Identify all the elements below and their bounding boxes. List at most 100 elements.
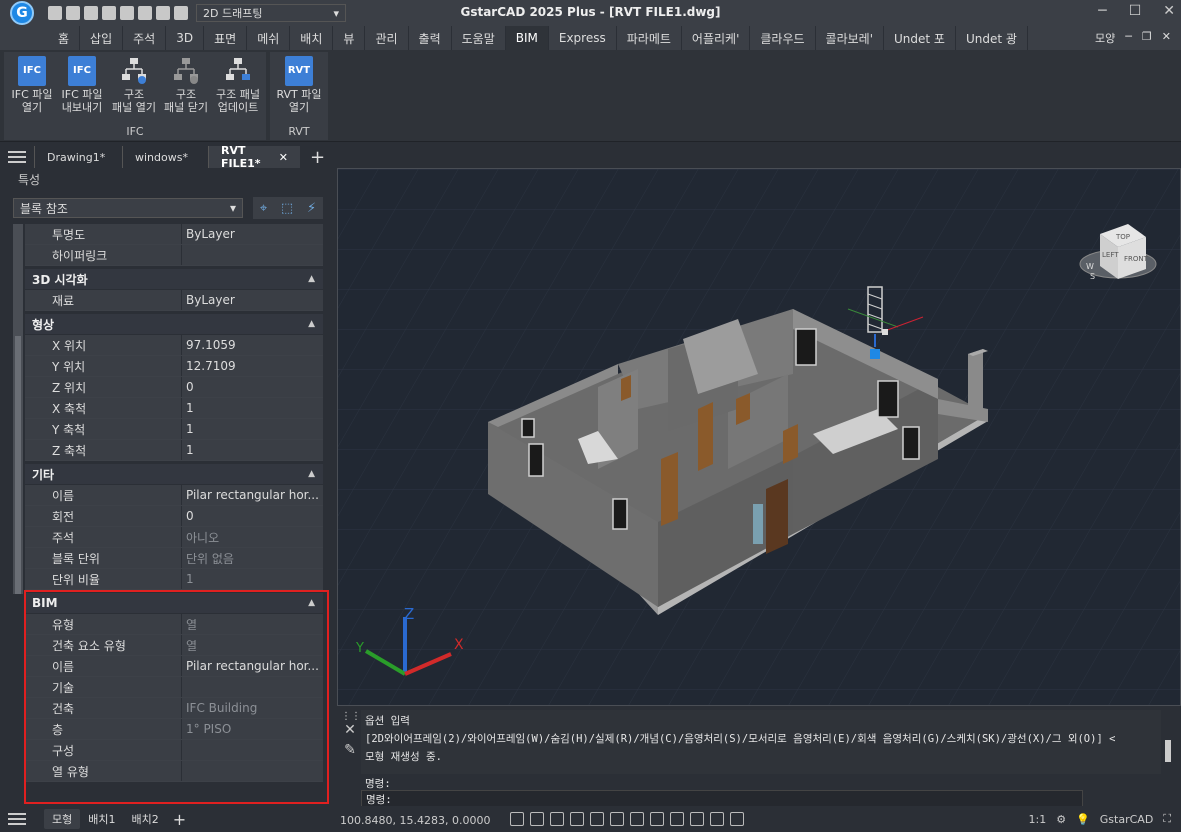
ribbon-tab[interactable]: BIM <box>505 26 549 50</box>
structure-panel-open-button[interactable]: 구조 패널 열기 <box>108 54 160 114</box>
workspace-select[interactable]: 2D 드래프팅 ▾ <box>196 4 346 22</box>
property-value[interactable] <box>182 245 323 265</box>
property-row[interactable]: 이름 Pilar rectangular hor... <box>25 656 323 677</box>
grid-toggle-icon[interactable] <box>510 812 524 826</box>
collapse-caret-icon[interactable]: ▲ <box>308 274 315 284</box>
annotation-scale[interactable]: 1:1 <box>1029 813 1047 826</box>
property-value[interactable]: ByLayer <box>182 290 323 310</box>
scrollbar-thumb[interactable] <box>15 336 21 594</box>
ortho-toggle-icon[interactable] <box>550 812 564 826</box>
toggle-pickadd-icon[interactable]: ⌖ <box>260 201 267 216</box>
property-row[interactable]: 구성 <box>25 740 323 761</box>
command-scrollbar[interactable] <box>1165 740 1171 762</box>
ribbon-tab[interactable]: 삽입 <box>80 26 124 50</box>
app-logo-icon[interactable]: G <box>10 1 34 25</box>
property-row[interactable]: 유형 열 <box>25 614 323 635</box>
property-row[interactable]: Z 축척 1 <box>25 440 323 461</box>
property-value[interactable]: 열 <box>182 614 323 634</box>
close-icon[interactable]: ✕ <box>1163 3 1175 19</box>
close-doc-icon[interactable]: ✕ <box>1162 30 1171 46</box>
grip-icon[interactable]: ⋮⋮ <box>341 712 361 722</box>
open-folder-icon[interactable] <box>66 6 80 20</box>
property-value[interactable] <box>182 677 323 697</box>
property-value[interactable]: 1° PISO <box>182 719 323 739</box>
selection-cycling-icon[interactable] <box>670 812 684 826</box>
minimize-icon[interactable]: ─ <box>1098 3 1106 19</box>
maximize-icon[interactable]: ☐ <box>1129 3 1142 19</box>
save-as-icon[interactable] <box>102 6 116 20</box>
property-row[interactable]: X 축척 1 <box>25 398 323 419</box>
property-value[interactable]: 1 <box>182 569 323 589</box>
ribbon-tab[interactable]: 클라우드 <box>750 26 816 50</box>
gear-icon[interactable]: ⚙ <box>1056 813 1066 826</box>
property-row[interactable]: 기술 <box>25 677 323 698</box>
restore-icon[interactable]: ❐ <box>1142 30 1152 46</box>
new-file-icon[interactable] <box>48 6 62 20</box>
print-icon[interactable] <box>138 6 152 20</box>
lineweight-toggle-icon[interactable] <box>630 812 644 826</box>
ribbon-tab[interactable]: 콜라보레' <box>816 26 885 50</box>
property-value[interactable] <box>182 740 323 760</box>
quick-select-icon[interactable]: ⚡ <box>307 201 316 216</box>
layers-icon[interactable] <box>710 812 724 826</box>
doc-tab-windows[interactable]: windows* <box>122 146 208 168</box>
property-row[interactable]: 재료 ByLayer <box>25 290 323 311</box>
add-layout-icon[interactable]: + <box>167 810 186 829</box>
property-row[interactable]: 층 1° PISO <box>25 719 323 740</box>
object-type-select[interactable]: 블록 참조 ▾ <box>13 198 243 218</box>
ribbon-tab[interactable]: 표면 <box>204 26 248 50</box>
select-objects-icon[interactable]: ⬚ <box>281 201 293 216</box>
tab-layout1[interactable]: 배치1 <box>80 809 123 829</box>
appearance-menu[interactable]: 모양 <box>1095 30 1115 46</box>
ribbon-tab[interactable]: 홈 <box>48 26 81 50</box>
rvt-open-button[interactable]: RVT RVT 파일 열기 <box>273 54 325 114</box>
ribbon-tab[interactable]: 메쉬 <box>247 26 291 50</box>
property-value[interactable] <box>182 761 323 781</box>
property-value[interactable]: 단위 없음 <box>182 548 323 568</box>
property-row[interactable]: Y 위치 12.7109 <box>25 356 323 377</box>
menu-icon[interactable] <box>8 148 26 166</box>
property-row[interactable]: 건축 요소 유형 열 <box>25 635 323 656</box>
save-icon[interactable] <box>84 6 98 20</box>
property-row[interactable]: 단위 비율 1 <box>25 569 323 590</box>
ribbon-tab[interactable]: 뷰 <box>333 26 366 50</box>
transparency-toggle-icon[interactable] <box>650 812 664 826</box>
ribbon-tab[interactable]: 3D <box>166 26 205 50</box>
property-row[interactable]: 주석 아니오 <box>25 527 323 548</box>
property-row[interactable]: X 위치 97.1059 <box>25 335 323 356</box>
isolate-icon[interactable] <box>730 812 744 826</box>
property-value[interactable]: Pilar rectangular hor... <box>182 656 323 676</box>
add-tab-icon[interactable]: + <box>300 147 325 168</box>
close-command-icon[interactable]: ✕ <box>341 722 359 738</box>
property-row[interactable]: 열 유형 <box>25 761 323 782</box>
property-value[interactable]: 열 <box>182 635 323 655</box>
ribbon-tab[interactable]: Express <box>549 26 617 50</box>
collapse-caret-icon[interactable]: ▲ <box>308 319 315 329</box>
ifc-export-button[interactable]: IFC IFC 파일 내보내기 <box>56 54 108 114</box>
ribbon-tab[interactable]: 주석 <box>123 26 167 50</box>
property-row[interactable]: 건축 IFC Building <box>25 698 323 719</box>
collapse-caret-icon[interactable]: ▲ <box>308 598 315 608</box>
property-row[interactable]: 블록 단위 단위 없음 <box>25 548 323 569</box>
tab-model[interactable]: 모형 <box>44 809 81 829</box>
property-value[interactable]: IFC Building <box>182 698 323 718</box>
undo-icon[interactable] <box>156 6 170 20</box>
property-value[interactable]: 1 <box>182 419 323 439</box>
customize-icon[interactable]: ✎ <box>341 742 359 758</box>
otrack-toggle-icon[interactable] <box>610 812 624 826</box>
property-row[interactable]: Z 위치 0 <box>25 377 323 398</box>
snap-toggle-icon[interactable] <box>530 812 544 826</box>
doc-tab-rvt-file1[interactable]: RVT FILE1* ✕ <box>208 144 300 170</box>
tab-layout2[interactable]: 배치2 <box>124 809 167 829</box>
property-value[interactable]: 0 <box>182 506 323 526</box>
ribbon-tab[interactable]: Undet 포 <box>884 26 956 50</box>
property-value[interactable]: 97.1059 <box>182 335 323 355</box>
ribbon-tab[interactable]: Undet 광 <box>956 26 1028 50</box>
property-value[interactable]: 1 <box>182 398 323 418</box>
model-viewport[interactable]: TOP FRONT LEFT W S Z Y X <box>337 168 1181 706</box>
minimize-ribbon-icon[interactable]: ─ <box>1125 30 1132 46</box>
ribbon-tab[interactable]: 어플리케' <box>682 26 751 50</box>
property-section-header[interactable]: BIM ▲ <box>25 593 323 613</box>
property-section-header[interactable]: 기타 ▲ <box>25 464 323 484</box>
property-row[interactable]: 하이퍼링크 <box>25 245 323 266</box>
